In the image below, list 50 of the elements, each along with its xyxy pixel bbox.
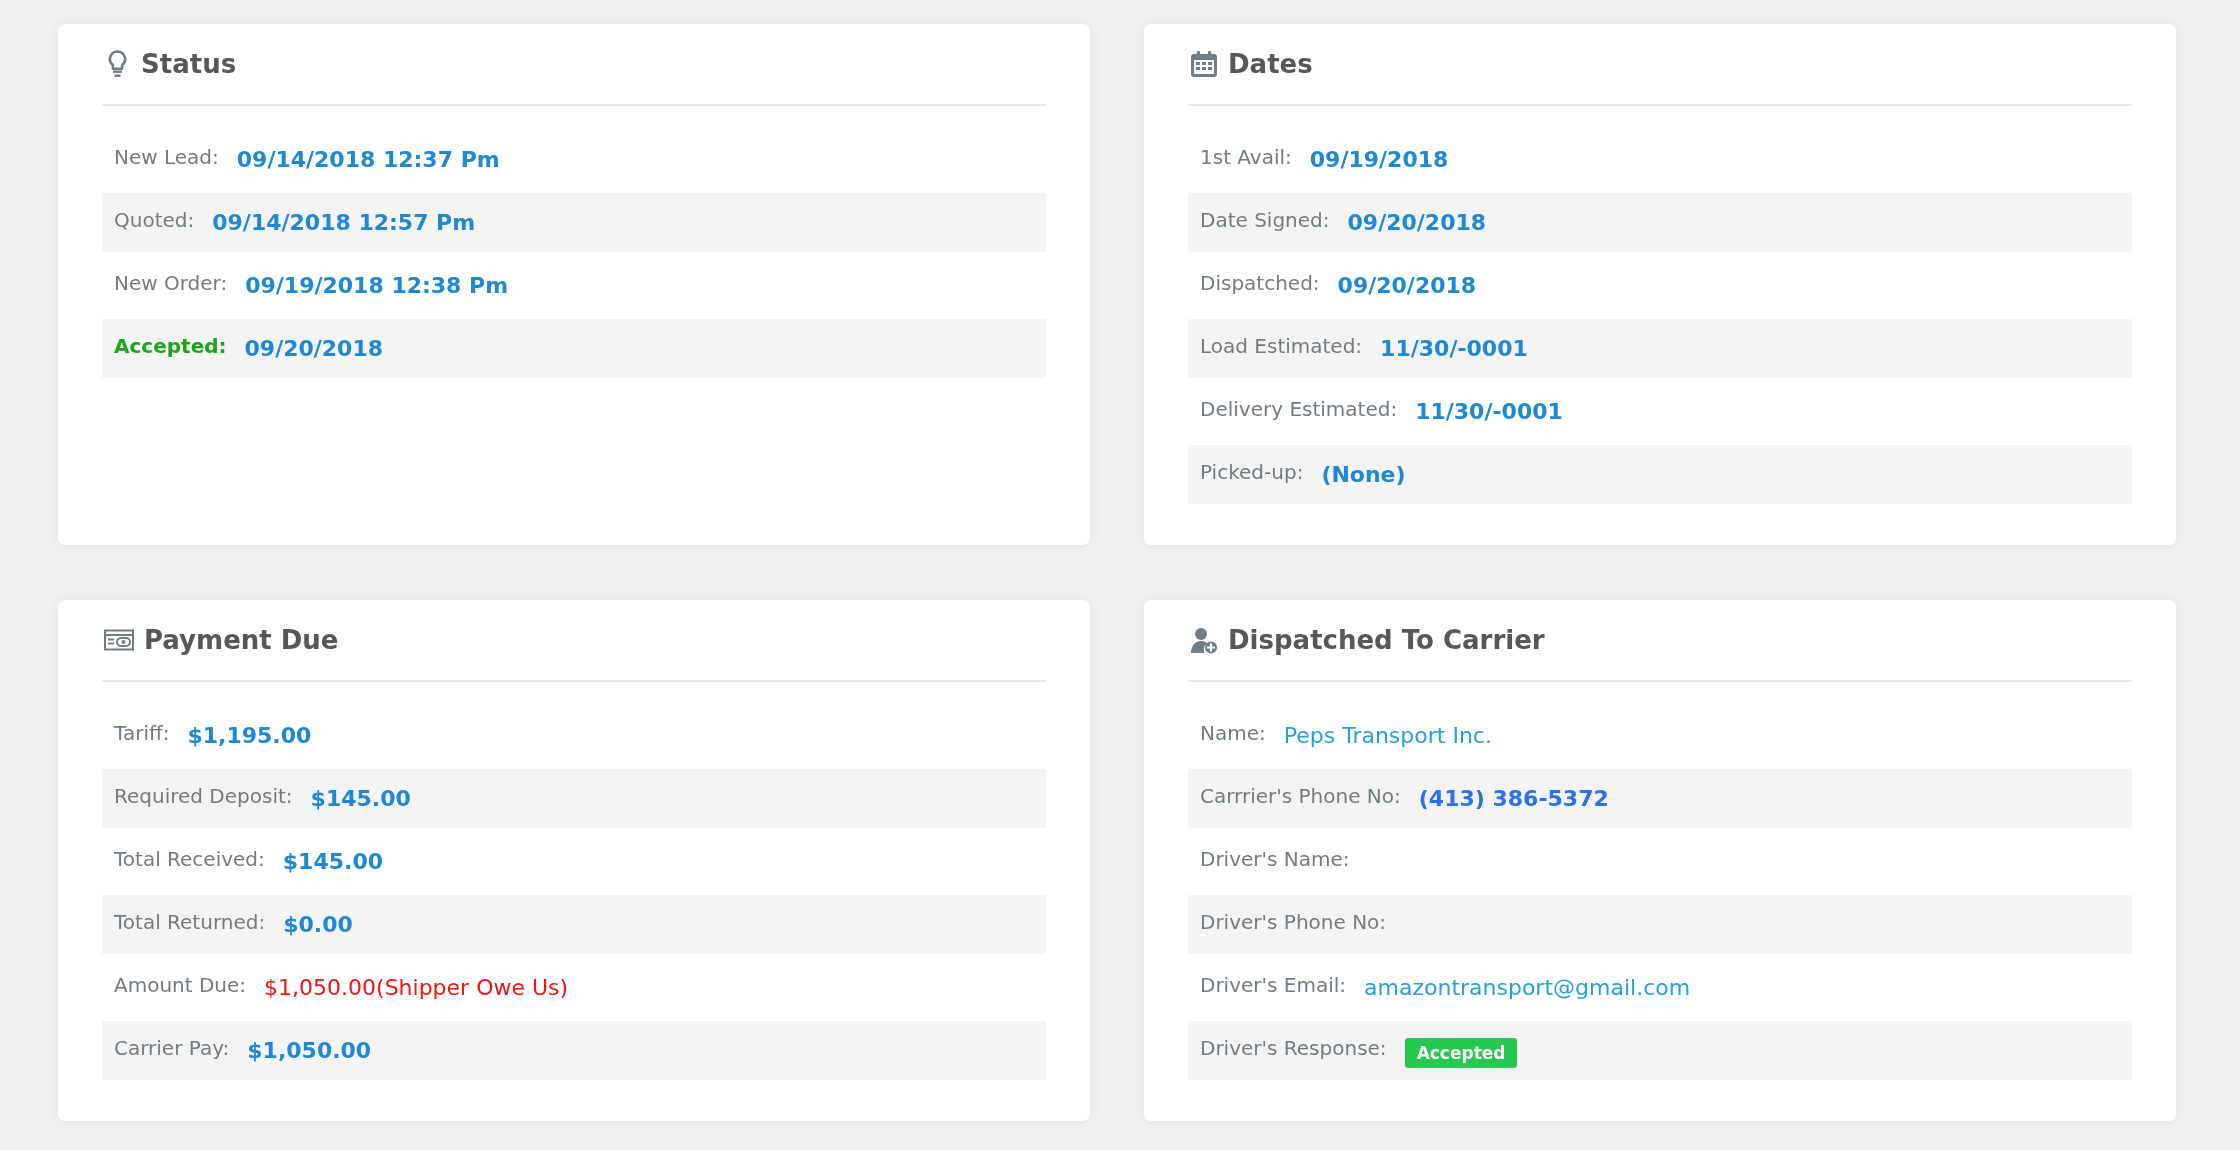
field-value: 09/19/2018 12:38 Pm — [245, 273, 509, 298]
field-label: Date Signed: — [1200, 208, 1330, 232]
phone-link[interactable]: (413) 386-5372 — [1418, 786, 1609, 811]
user-plus-icon — [1190, 626, 1218, 654]
field-label: Driver's Email: — [1200, 973, 1347, 997]
field-label: Delivery Estimated: — [1200, 397, 1398, 421]
field-value: $145.00 — [282, 849, 383, 874]
field-value: 09/20/2018 — [1347, 210, 1487, 235]
calendar-icon — [1190, 50, 1218, 78]
field-value: 09/20/2018 — [1337, 273, 1477, 298]
field-label: Quoted: — [114, 208, 195, 232]
field-value: $0.00 — [283, 912, 353, 937]
value-link[interactable]: amazontransport@gmail.com — [1364, 975, 1691, 1000]
field-label: 1st Avail: — [1200, 145, 1292, 169]
status-badge: Accepted — [1404, 1037, 1518, 1068]
field-label: Total Returned: — [114, 910, 266, 934]
field-value: 11/30/-0001 — [1380, 336, 1528, 361]
field-label: Required Deposit: — [114, 784, 293, 808]
field-value: 09/20/2018 — [244, 336, 384, 361]
field-label: Amount Due: — [114, 973, 247, 997]
lightbulb-icon — [108, 50, 127, 78]
field-value: 09/19/2018 — [1309, 147, 1449, 172]
field-label: Accepted: — [114, 334, 227, 358]
card-title: Payment Due — [144, 625, 339, 655]
value-link[interactable]: Peps Transport Inc. — [1283, 723, 1492, 748]
field-label: Driver's Phone No: — [1200, 910, 1387, 934]
field-value: (None) — [1321, 462, 1406, 487]
card-title: Dispatched To Carrier — [1228, 625, 1545, 655]
field-value: 11/30/-0001 — [1415, 399, 1563, 424]
banknote-icon — [104, 629, 134, 651]
field-value: $1,050.00 — [247, 1038, 372, 1063]
field-value: 09/14/2018 12:37 Pm — [236, 147, 500, 172]
field-label: Name: — [1200, 721, 1266, 745]
field-label: New Lead: — [114, 145, 219, 169]
field-label: Carrier Pay: — [114, 1036, 230, 1060]
card-title: Status — [141, 49, 237, 79]
alert-value: $1,050.00(Shipper Owe Us) — [264, 975, 569, 1000]
field-value: $1,195.00 — [187, 723, 312, 748]
field-label: New Order: — [114, 271, 228, 295]
field-label: Picked-up: — [1200, 460, 1304, 484]
field-label: Carrrier's Phone No: — [1200, 784, 1401, 808]
field-value: $145.00 — [310, 786, 411, 811]
field-label: Load Estimated: — [1200, 334, 1363, 358]
field-label: Driver's Name: — [1200, 847, 1350, 871]
field-label: Driver's Response: — [1200, 1036, 1387, 1060]
field-label: Tariff: — [114, 721, 170, 745]
field-label: Dispatched: — [1200, 271, 1320, 295]
field-label: Total Received: — [114, 847, 265, 871]
field-value: 09/14/2018 12:57 Pm — [212, 210, 476, 235]
card-title: Dates — [1228, 49, 1313, 79]
